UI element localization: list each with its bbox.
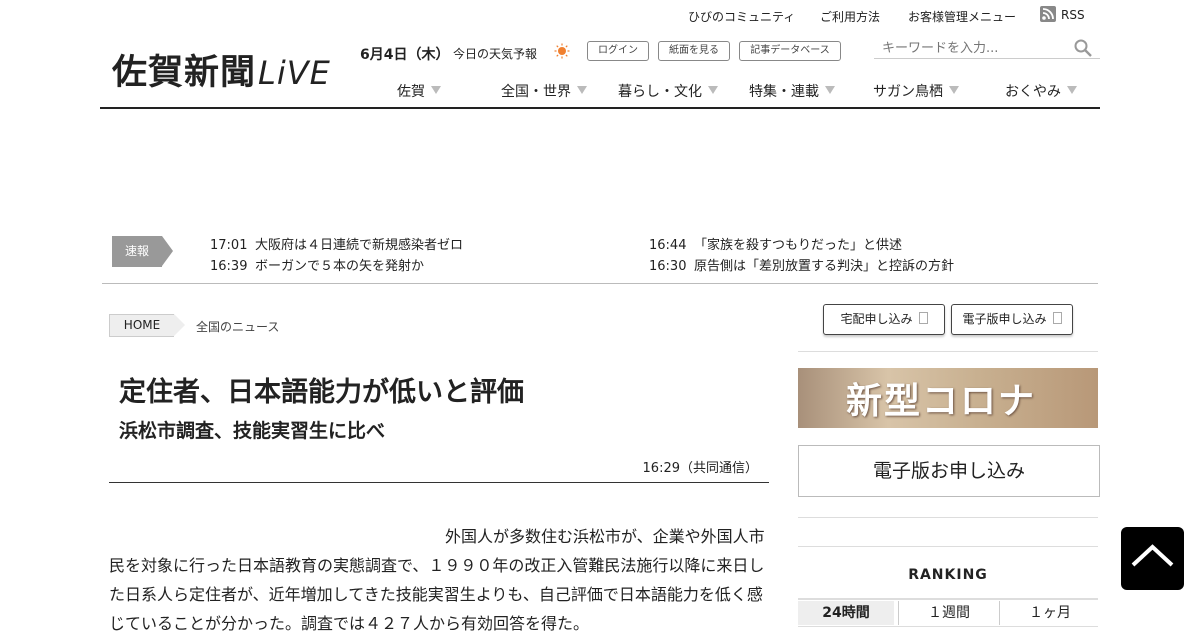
- ranking-tab-month[interactable]: １ヶ月: [999, 601, 1100, 625]
- breadcrumb-home[interactable]: HOME: [109, 314, 185, 337]
- caret-down-icon: [949, 86, 959, 94]
- external-link-icon: [918, 312, 928, 324]
- nav-label: おくやみ: [1005, 84, 1061, 100]
- sidebar-divider: [798, 546, 1098, 547]
- search-input[interactable]: [880, 38, 1064, 58]
- breaking-time: 16:39: [210, 259, 248, 274]
- ranking-divider: [798, 626, 1098, 627]
- breaking-item[interactable]: 16:44 「家族を殺すつもりだった」と供述: [649, 234, 902, 253]
- article-headline: 定住者、日本語能力が低いと評価: [119, 377, 524, 408]
- rss-link[interactable]: RSS: [1061, 8, 1085, 22]
- section-divider: [102, 283, 1098, 284]
- breaking-item[interactable]: 17:01 大阪府は４日連続で新規感染者ゼロ: [210, 234, 463, 253]
- util-link-customer-menu[interactable]: お客様管理メニュー: [908, 8, 1016, 25]
- button-label: 宅配申し込み: [840, 312, 913, 326]
- home-delivery-button[interactable]: 宅配申し込み: [823, 304, 945, 335]
- corona-banner[interactable]: 新型コロナ: [798, 368, 1098, 428]
- logo-live: LiVE: [258, 54, 331, 92]
- breaking-text: 「家族を殺すつもりだった」と供述: [694, 238, 903, 253]
- article-body: 外国人が多数住む浜松市が、企業や外国人市民を対象に行った日本語教育の実態調査で、…: [109, 527, 765, 633]
- chevron-up-icon: [1131, 544, 1174, 567]
- nav-label: 特集・連載: [749, 84, 819, 100]
- breaking-news-tag: 速報: [112, 236, 173, 267]
- breaking-text: 大阪府は４日連続で新規感染者ゼロ: [255, 238, 464, 253]
- breadcrumb-current: 全国のニュース: [196, 320, 280, 334]
- article-subhead: 浜松市調査、技能実習生に比べ: [119, 420, 386, 442]
- breaking-text: 原告側は「差別放置する判決」と控訴の方針: [694, 259, 955, 274]
- util-link-community[interactable]: ひびのコミュニティ: [688, 8, 795, 25]
- digital-signup-box[interactable]: 電子版お申し込み: [798, 445, 1100, 497]
- site-logo[interactable]: 佐賀新聞LiVE: [112, 44, 331, 95]
- rss-icon[interactable]: [1040, 6, 1056, 22]
- search-box: [874, 36, 1100, 59]
- digital-subscribe-button[interactable]: 電子版申し込み: [951, 304, 1073, 335]
- nav-label: 暮らし・文化: [618, 84, 702, 100]
- login-button[interactable]: ログイン: [587, 41, 649, 61]
- caret-down-icon: [577, 86, 587, 94]
- nav-features[interactable]: 特集・連載: [749, 81, 835, 101]
- nav-label: 佐賀: [397, 84, 425, 100]
- breaking-item[interactable]: 16:30 原告側は「差別放置する判決」と控訴の方針: [649, 255, 954, 274]
- back-to-top-button[interactable]: [1121, 527, 1184, 590]
- nav-national-world[interactable]: 全国・世界: [501, 81, 587, 101]
- breaking-item[interactable]: 16:39 ボーガンで５本の矢を発射か: [210, 255, 424, 274]
- article-database-button[interactable]: 記事データベース: [739, 41, 841, 61]
- external-link-icon: [1052, 312, 1062, 324]
- ranking-divider: [798, 598, 1098, 600]
- weather-link[interactable]: 今日の天気予報: [453, 45, 537, 62]
- breaking-text: ボーガンで５本の矢を発射か: [255, 259, 425, 274]
- breaking-time: 16:30: [649, 259, 687, 274]
- nav-label: サガン鳥栖: [873, 84, 943, 100]
- util-link-usage[interactable]: ご利用方法: [820, 8, 880, 25]
- article-divider: [109, 482, 769, 483]
- nav-sagan-tosu[interactable]: サガン鳥栖: [873, 81, 959, 101]
- caret-down-icon: [825, 86, 835, 94]
- sidebar-divider: [798, 517, 1098, 518]
- nav-obituaries[interactable]: おくやみ: [1005, 81, 1077, 101]
- current-date: 6月4日（木）: [360, 47, 450, 63]
- sidebar-divider: [798, 351, 1098, 352]
- nav-saga[interactable]: 佐賀: [397, 81, 441, 101]
- logo-main: 佐賀新聞: [112, 53, 257, 93]
- search-icon[interactable]: [1074, 39, 1092, 57]
- nav-life-culture[interactable]: 暮らし・文化: [618, 81, 718, 101]
- ranking-tab-24h[interactable]: 24時間: [798, 601, 894, 625]
- caret-down-icon: [431, 86, 441, 94]
- caret-down-icon: [1067, 86, 1077, 94]
- view-paper-button[interactable]: 紙面を見る: [658, 41, 730, 61]
- nav-divider: [100, 107, 1100, 109]
- article-byline: 16:29（共同通信）: [642, 461, 758, 476]
- corona-banner-label: 新型コロナ: [846, 380, 1037, 422]
- button-label: 電子版申し込み: [962, 312, 1047, 326]
- nav-label: 全国・世界: [501, 84, 571, 100]
- breaking-time: 17:01: [210, 238, 248, 253]
- sun-icon: [554, 43, 570, 59]
- ranking-title: RANKING: [908, 567, 988, 583]
- breaking-time: 16:44: [649, 238, 687, 253]
- ranking-tab-week[interactable]: １週間: [898, 601, 999, 625]
- caret-down-icon: [708, 86, 718, 94]
